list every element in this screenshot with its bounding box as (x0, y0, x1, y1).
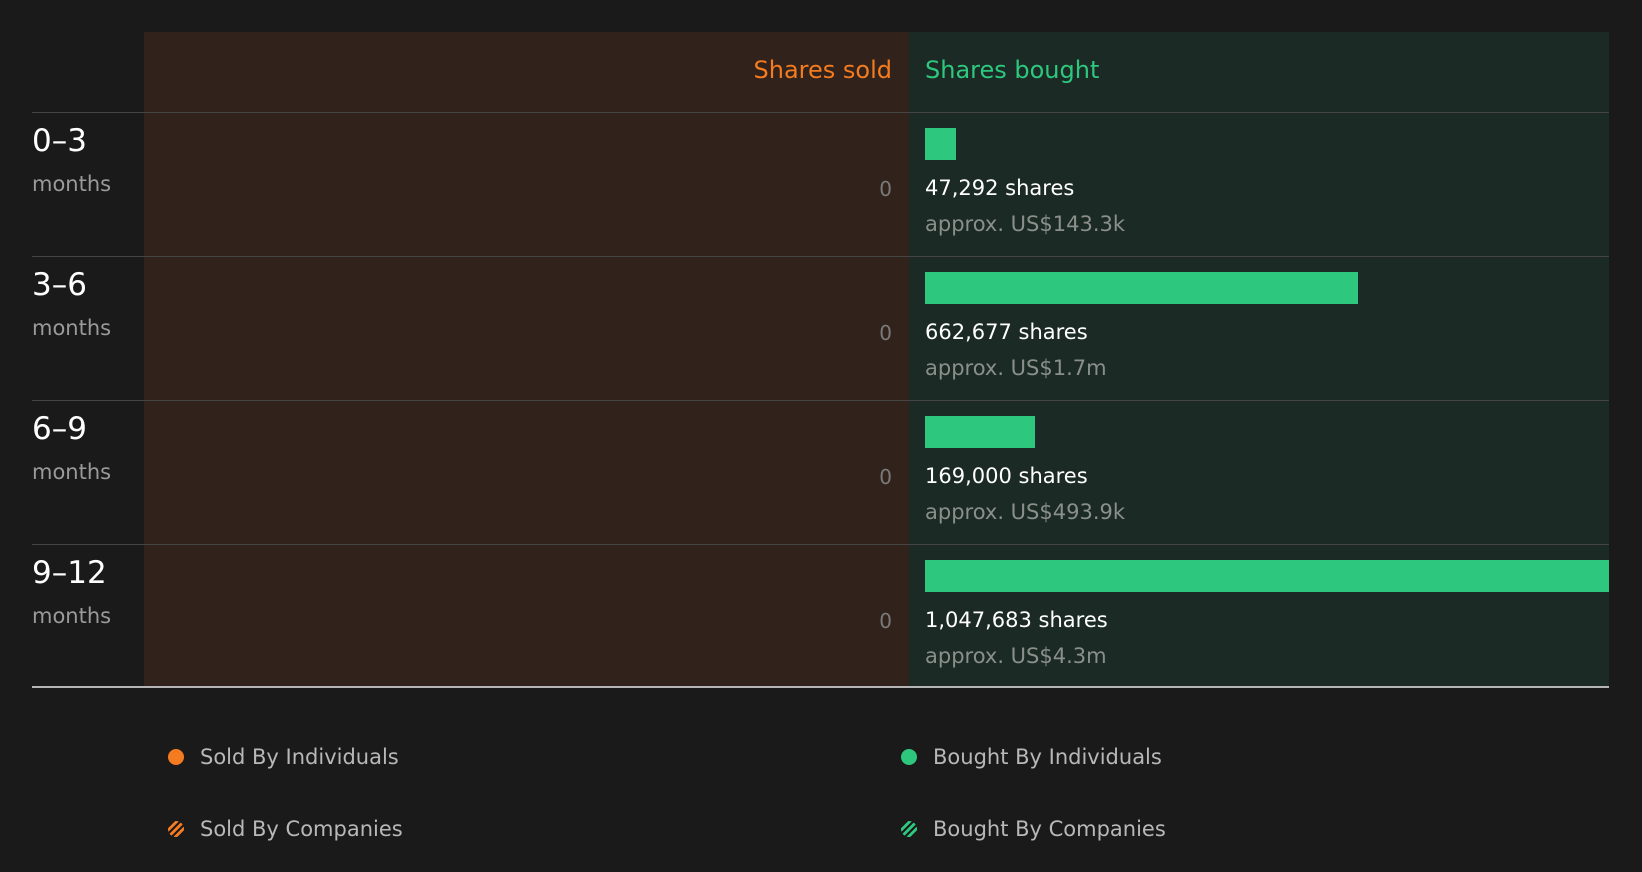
shares-bought-bar (925, 560, 1609, 592)
hatched-green-dot-icon (901, 821, 917, 837)
shares-bought-value-approx: approx. US$4.3m (925, 644, 1107, 668)
shares-sold-value: 0 (879, 465, 892, 489)
legend-bought-by-companies[interactable]: Bought By Companies (901, 816, 1166, 842)
shares-sold-panel (144, 32, 909, 686)
legend-bought-by-individuals[interactable]: Bought By Individuals (901, 744, 1162, 770)
orange-dot-icon (168, 749, 184, 765)
period-label: 9–12 (32, 555, 107, 591)
shares-bought-bar (925, 272, 1358, 304)
period-label: 3–6 (32, 267, 87, 303)
shares-bought-count: 47,292 shares (925, 176, 1075, 200)
legend-label: Bought By Companies (933, 817, 1166, 841)
shares-bought-bar (925, 128, 956, 160)
shares-sold-value: 0 (879, 609, 892, 633)
row-divider (32, 112, 1609, 113)
legend-label: Sold By Companies (200, 817, 403, 841)
row-divider (32, 400, 1609, 401)
hatched-orange-dot-icon (168, 821, 184, 837)
shares-bought-value-approx: approx. US$493.9k (925, 500, 1126, 524)
legend-label: Sold By Individuals (200, 745, 399, 769)
shares-bought-count: 662,677 shares (925, 320, 1088, 344)
period-label: 6–9 (32, 411, 87, 447)
shares-bought-count: 1,047,683 shares (925, 608, 1108, 632)
shares-bought-count: 169,000 shares (925, 464, 1088, 488)
shares-sold-header: Shares sold (753, 56, 892, 84)
shares-bought-bar (925, 416, 1035, 448)
legend-sold-by-individuals[interactable]: Sold By Individuals (168, 744, 399, 770)
row-divider (32, 256, 1609, 257)
period-unit: months (32, 604, 112, 628)
period-unit: months (32, 460, 112, 484)
row-divider (32, 544, 1609, 545)
chart-baseline (32, 686, 1609, 688)
legend-sold-by-companies[interactable]: Sold By Companies (168, 816, 403, 842)
shares-bought-header: Shares bought (925, 56, 1100, 84)
shares-bought-value-approx: approx. US$143.3k (925, 212, 1126, 236)
shares-sold-value: 0 (879, 177, 892, 201)
shares-sold-value: 0 (879, 321, 892, 345)
period-unit: months (32, 172, 112, 196)
shares-bought-value-approx: approx. US$1.7m (925, 356, 1107, 380)
legend-label: Bought By Individuals (933, 745, 1162, 769)
period-unit: months (32, 316, 112, 340)
green-dot-icon (901, 749, 917, 765)
period-label: 0–3 (32, 123, 87, 159)
